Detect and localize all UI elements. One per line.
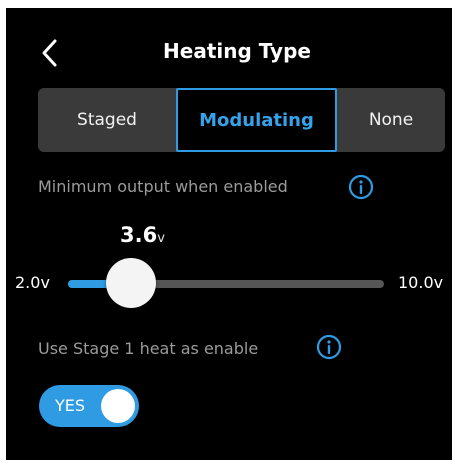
toggle-label: YES [55, 396, 86, 415]
info-icon [348, 174, 374, 200]
minimum-output-info-button[interactable] [348, 174, 374, 200]
heating-type-screen: Heating Type Staged Modulating None Mini… [6, 8, 452, 460]
slider-min-label: 2.0v [15, 273, 50, 292]
info-icon [316, 334, 342, 360]
slider-value: 3.6v [120, 223, 165, 247]
page-title: Heating Type [163, 39, 311, 63]
slider-value-unit: v [157, 231, 165, 246]
segment-none[interactable]: None [337, 88, 445, 152]
slider-max-label: 10.0v [398, 273, 444, 292]
segment-staged[interactable]: Staged [38, 88, 176, 152]
stage1-enable-label: Use Stage 1 heat as enable [38, 339, 259, 358]
slider-thumb[interactable] [106, 258, 157, 308]
minimum-output-label: Minimum output when enabled [38, 177, 288, 196]
slider-value-number: 3.6 [120, 223, 158, 247]
stage1-enable-info-button[interactable] [316, 334, 342, 360]
toggle-knob [101, 389, 135, 423]
segment-modulating[interactable]: Modulating [176, 88, 337, 152]
heating-type-selector: Staged Modulating None [38, 88, 445, 152]
stage1-enable-toggle[interactable]: YES [39, 385, 139, 427]
